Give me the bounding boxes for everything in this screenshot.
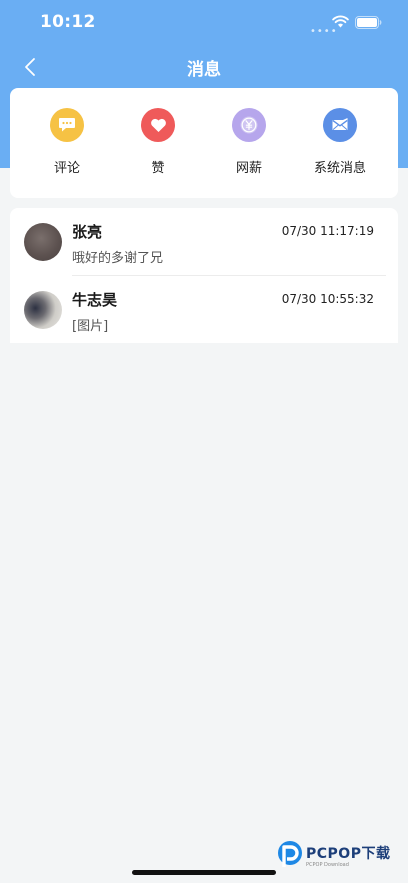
- category-label: 评论: [53, 161, 80, 176]
- category-card: 评论 赞 网薪 系统消息: [10, 88, 398, 198]
- mail-icon: [323, 108, 357, 142]
- category-label: 网薪: [235, 161, 262, 176]
- avatar: [24, 223, 62, 261]
- message-list: 张亮 07/30 11:17:19 哦好的多谢了兄 牛志昊 07/30 10:5…: [10, 208, 398, 343]
- home-indicator[interactable]: [132, 870, 276, 875]
- watermark-brand: PCPOP下载: [306, 845, 391, 862]
- category-likes[interactable]: 赞: [113, 108, 203, 176]
- category-label: 赞: [151, 161, 165, 176]
- message-time: 07/30 10:55:32: [281, 292, 374, 306]
- message-item[interactable]: 牛志昊 07/30 10:55:32 [图片]: [10, 276, 398, 344]
- category-wangxin[interactable]: 网薪: [204, 108, 294, 176]
- watermark: PCPOP下载 PCPOP Download: [275, 839, 390, 871]
- pcpop-logo-icon: [278, 841, 302, 867]
- message-preview: 哦好的多谢了兄: [72, 251, 164, 266]
- heart-icon: [141, 108, 175, 142]
- message-sender: 牛志昊: [72, 291, 118, 309]
- message-preview: [图片]: [72, 319, 109, 334]
- avatar: [24, 291, 62, 329]
- nav-bar: 消息: [0, 46, 408, 88]
- category-system[interactable]: 系统消息: [295, 108, 385, 176]
- battery-icon: [355, 16, 382, 29]
- status-bar: 10:12 ••••: [0, 0, 408, 46]
- category-label: 系统消息: [313, 161, 366, 176]
- message-item[interactable]: 张亮 07/30 11:17:19 哦好的多谢了兄: [10, 208, 398, 276]
- page-title: 消息: [187, 60, 221, 80]
- status-time: 10:12: [40, 12, 96, 32]
- category-comments[interactable]: 评论: [22, 108, 112, 176]
- message-time: 07/30 11:17:19: [281, 224, 374, 238]
- yen-coin-icon: [232, 108, 266, 142]
- wifi-icon: [332, 15, 349, 28]
- message-sender: 张亮: [72, 223, 103, 241]
- comment-icon: [50, 108, 84, 142]
